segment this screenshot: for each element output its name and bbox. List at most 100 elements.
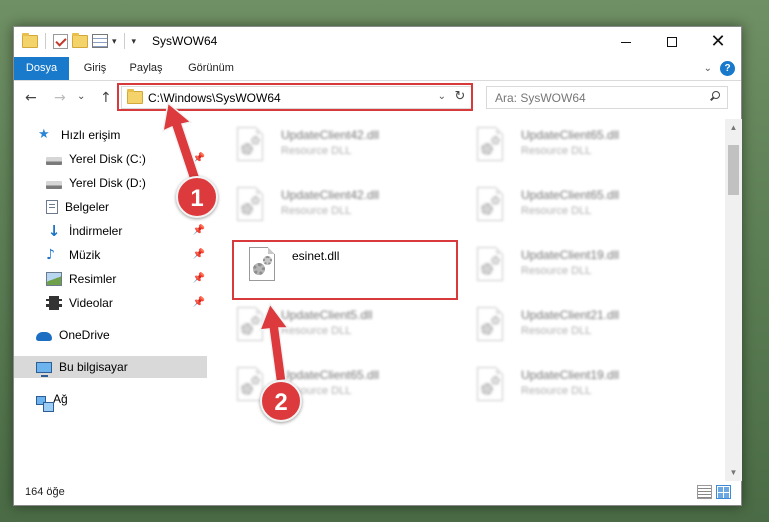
disk-icon bbox=[46, 156, 62, 165]
ribbon-expand-icon[interactable]: ⌄ bbox=[704, 63, 712, 74]
recent-locations-button[interactable]: ⌄ bbox=[77, 91, 85, 102]
file-item[interactable]: UpdateClient21.dll Resource DLL bbox=[454, 301, 684, 355]
sidebar-item-downloads[interactable]: ↓ İndirmeler 📌 bbox=[14, 220, 207, 242]
help-icon[interactable]: ? bbox=[720, 61, 735, 76]
sidebar-item-this-pc[interactable]: Bu bilgisayar bbox=[14, 356, 207, 378]
window-title: SysWOW64 bbox=[152, 34, 218, 48]
sidebar-item-label: OneDrive bbox=[59, 328, 110, 342]
sidebar-item-disk-c[interactable]: Yerel Disk (C:) 📌 bbox=[14, 148, 207, 170]
pin-icon[interactable]: 📌 bbox=[193, 273, 205, 284]
dll-file-icon bbox=[474, 187, 506, 225]
file-highlight-box bbox=[232, 240, 458, 300]
tab-home[interactable]: Giriş bbox=[74, 57, 116, 80]
cloud-icon bbox=[36, 332, 52, 341]
star-icon: ★ bbox=[38, 127, 50, 142]
dll-file-icon bbox=[234, 307, 266, 345]
sidebar-item-quick-access[interactable]: ★ Hızlı erişim bbox=[14, 124, 207, 146]
sidebar-item-network[interactable]: Ağ bbox=[14, 388, 207, 412]
download-icon: ↓ bbox=[47, 222, 61, 240]
forward-button[interactable]: → bbox=[54, 90, 66, 106]
file-item[interactable]: UpdateClient65.dll Resource DLL bbox=[214, 361, 444, 415]
maximize-icon bbox=[667, 37, 677, 47]
maximize-button[interactable] bbox=[649, 27, 695, 57]
sidebar-item-label: Yerel Disk (C:) bbox=[69, 152, 146, 166]
pin-icon[interactable]: 📌 bbox=[193, 249, 205, 260]
sidebar-item-onedrive[interactable]: OneDrive bbox=[14, 324, 207, 346]
pin-icon[interactable]: 📌 bbox=[193, 153, 205, 164]
tab-file[interactable]: Dosya bbox=[14, 57, 69, 80]
quick-access-toolbar: ▾ ▾ bbox=[22, 32, 137, 49]
toolbar-separator bbox=[45, 33, 46, 49]
network-icon bbox=[36, 395, 54, 412]
step-badge-2: 2 bbox=[260, 380, 302, 422]
file-name: UpdateClient19.dll bbox=[521, 248, 620, 262]
file-name: UpdateClient19.dll bbox=[521, 368, 620, 382]
file-type: Resource DLL bbox=[521, 385, 592, 397]
tab-view[interactable]: Görünüm bbox=[181, 57, 241, 80]
sidebar-item-label: Videolar bbox=[69, 296, 113, 310]
search-box[interactable]: Ara: SysWOW64 bbox=[486, 86, 728, 109]
status-bar: 164 öğe bbox=[14, 481, 741, 505]
file-name: UpdateClient42.dll bbox=[281, 188, 380, 202]
pin-icon[interactable]: 📌 bbox=[193, 225, 205, 236]
file-item[interactable]: UpdateClient65.dll Resource DLL bbox=[454, 121, 684, 175]
details-view-icon[interactable] bbox=[697, 485, 712, 499]
file-item[interactable]: UpdateClient19.dll Resource DLL bbox=[454, 361, 684, 415]
sidebar-item-label: Ağ bbox=[53, 392, 68, 406]
sidebar-item-label: Resimler bbox=[69, 272, 117, 286]
sidebar-item-label: Yerel Disk (D:) bbox=[69, 176, 146, 190]
close-button[interactable]: ✕ bbox=[695, 27, 741, 57]
folder-icon bbox=[22, 32, 38, 48]
qat-customize-icon[interactable]: ▾ bbox=[132, 36, 137, 47]
file-name: UpdateClient65.dll bbox=[521, 128, 620, 142]
minimize-button[interactable] bbox=[603, 27, 649, 57]
back-button[interactable]: ← bbox=[25, 90, 37, 106]
file-item[interactable]: UpdateClient19.dll Resource DLL bbox=[454, 241, 684, 295]
document-icon bbox=[46, 200, 58, 214]
scroll-up-icon[interactable]: ▲ bbox=[725, 119, 742, 136]
computer-icon bbox=[36, 361, 52, 377]
properties-check-icon[interactable] bbox=[53, 33, 68, 49]
file-name: UpdateClient5.dll bbox=[281, 308, 373, 322]
video-icon bbox=[46, 296, 62, 310]
search-icon[interactable] bbox=[709, 91, 720, 102]
ribbon-tabs: Dosya Giriş Paylaş Görünüm ⌄ ? bbox=[14, 57, 741, 81]
file-list: UpdateClient42.dll Resource DLL UpdateCl… bbox=[214, 119, 724, 481]
address-highlight-box bbox=[117, 83, 473, 111]
pin-icon[interactable]: 📌 bbox=[193, 297, 205, 308]
sidebar-item-label: İndirmeler bbox=[69, 224, 123, 238]
dll-file-icon bbox=[474, 247, 506, 285]
vertical-scrollbar[interactable]: ▲ ▼ bbox=[725, 119, 742, 481]
large-icons-view-icon[interactable] bbox=[716, 485, 731, 499]
tab-share[interactable]: Paylaş bbox=[121, 57, 171, 80]
sidebar-item-label: Belgeler bbox=[65, 200, 110, 214]
window-controls: ✕ bbox=[603, 27, 741, 57]
minimize-icon bbox=[621, 41, 631, 43]
sidebar-item-label: Müzik bbox=[69, 248, 101, 262]
file-type: Resource DLL bbox=[521, 145, 592, 157]
qat-dropdown-icon[interactable]: ▾ bbox=[112, 36, 117, 47]
file-type: Resource DLL bbox=[281, 145, 352, 157]
new-folder-icon[interactable] bbox=[72, 32, 88, 48]
sidebar-item-music[interactable]: ♪ Müzik 📌 bbox=[14, 244, 207, 266]
navigation-pane: ★ Hızlı erişim Yerel Disk (C:) 📌 Yerel D… bbox=[14, 119, 214, 481]
pictures-icon bbox=[46, 272, 62, 286]
file-type: Resource DLL bbox=[521, 265, 592, 277]
dll-file-icon bbox=[234, 127, 266, 165]
ribbon-right: ⌄ ? bbox=[704, 61, 735, 76]
file-type: Resource DLL bbox=[281, 325, 352, 337]
view-properties-icon[interactable] bbox=[92, 34, 108, 48]
toolbar-separator bbox=[123, 33, 125, 49]
file-item[interactable]: UpdateClient5.dll Resource DLL bbox=[214, 301, 444, 355]
search-input[interactable]: Ara: SysWOW64 bbox=[495, 91, 586, 105]
file-item[interactable]: UpdateClient42.dll Resource DLL bbox=[214, 121, 444, 175]
sidebar-item-videos[interactable]: Videolar 📌 bbox=[14, 292, 207, 314]
sidebar-item-pictures[interactable]: Resimler 📌 bbox=[14, 268, 207, 290]
file-item[interactable]: UpdateClient42.dll Resource DLL bbox=[214, 181, 444, 235]
scroll-down-icon[interactable]: ▼ bbox=[725, 464, 742, 481]
file-item[interactable]: UpdateClient65.dll Resource DLL bbox=[454, 181, 684, 235]
dll-file-icon bbox=[474, 367, 506, 405]
up-button[interactable]: ↑ bbox=[100, 90, 112, 106]
file-type: Resource DLL bbox=[281, 205, 352, 217]
scroll-thumb[interactable] bbox=[728, 145, 739, 195]
